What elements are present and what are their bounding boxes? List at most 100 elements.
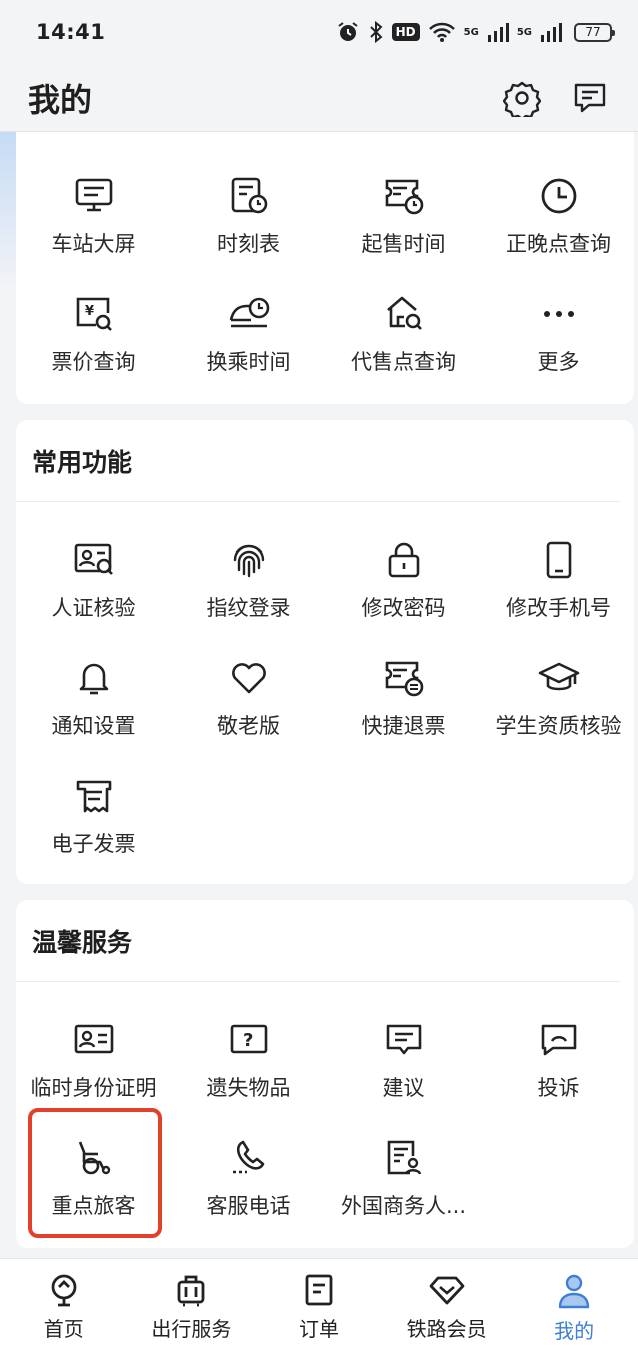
signal-label-1: 5G xyxy=(463,26,479,38)
section-title: 常用功能 xyxy=(16,420,620,502)
alarm-icon xyxy=(338,22,358,41)
status-time: 14:41 xyxy=(36,20,106,44)
grid-item-customer-service[interactable]: 客服电话 xyxy=(171,1136,326,1246)
heart-icon xyxy=(231,663,266,694)
lost-item-icon: ? xyxy=(230,1024,267,1054)
nav-item-orders[interactable]: 订单 xyxy=(255,1259,383,1352)
signal-icon-2 xyxy=(541,23,562,42)
transfer-icon xyxy=(229,297,269,328)
grid-item-change-phone[interactable]: 修改手机号 xyxy=(481,538,636,648)
refund-ticket-icon xyxy=(385,661,423,697)
section-title: 温馨服务 xyxy=(16,900,620,982)
grid-item-fingerprint-login[interactable]: 指纹登录 xyxy=(171,538,326,648)
grid-item-label: 遗失物品 xyxy=(206,1076,291,1100)
grid-item-station-screen[interactable]: 车站大屏 xyxy=(16,174,171,284)
common-functions-card: 常用功能 人证核验 指纹登录 修改密码 修改手机号 通知设置 敬老版 快捷退票 … xyxy=(16,420,634,884)
grid-item-price-query[interactable]: ¥ 票价查询 xyxy=(16,292,171,402)
order-icon xyxy=(305,1274,333,1306)
signal-icon xyxy=(487,23,509,42)
grid-item-id-verify[interactable]: 人证核验 xyxy=(16,538,171,648)
grid-item-label: 换乘时间 xyxy=(206,350,291,374)
fingerprint-icon xyxy=(233,544,264,578)
nav-item-railway-member[interactable]: 铁路会员 xyxy=(383,1259,511,1352)
grid-item-change-password[interactable]: 修改密码 xyxy=(326,538,481,648)
grid-item-elderly-mode[interactable]: 敬老版 xyxy=(171,656,326,766)
message-icon xyxy=(574,83,606,112)
price-search-icon: ¥ xyxy=(76,297,112,331)
grid-item-transfer-time[interactable]: 换乘时间 xyxy=(171,292,326,402)
grid-item-label: 投诉 xyxy=(537,1076,580,1100)
phone-icon xyxy=(546,541,571,579)
nav-label: 订单 xyxy=(298,1317,339,1341)
grid-item-complaint[interactable]: 投诉 xyxy=(481,1018,636,1128)
home-train-icon xyxy=(51,1274,77,1307)
graduation-cap-icon xyxy=(538,662,579,691)
grid-item-label: 起售时间 xyxy=(361,232,446,256)
nav-label: 出行服务 xyxy=(151,1317,232,1341)
nav-label: 首页 xyxy=(43,1317,84,1341)
svg-text:?: ? xyxy=(243,1030,253,1051)
id-verify-icon xyxy=(74,543,113,575)
message-button[interactable] xyxy=(570,78,610,118)
foreign-business-icon xyxy=(387,1140,421,1175)
bell-icon xyxy=(79,663,108,695)
grid-item-label: 修改密码 xyxy=(361,596,446,620)
grid-item-quick-refund[interactable]: 快捷退票 xyxy=(326,656,481,766)
status-icons: HD 5G 5G 77 xyxy=(336,20,615,44)
grid-item-label: 指纹登录 xyxy=(206,596,291,620)
suggestion-icon xyxy=(386,1024,421,1055)
grid-item-e-invoice[interactable]: 电子发票 xyxy=(16,774,171,884)
clock-icon xyxy=(541,178,576,214)
lock-icon xyxy=(388,542,419,578)
grid-item-more[interactable]: 更多 xyxy=(481,292,636,402)
grid-item-foreign-business[interactable]: 外国商务人... xyxy=(326,1136,481,1246)
grid-item-label: 电子发票 xyxy=(51,832,136,856)
background-glow-left xyxy=(0,132,16,292)
nav-item-mine[interactable]: 我的 xyxy=(510,1259,638,1352)
svg-text:¥: ¥ xyxy=(85,304,94,319)
bluetooth-icon xyxy=(369,20,383,44)
grid-item-label: 人证核验 xyxy=(51,596,136,620)
grid-item-label: 时刻表 xyxy=(217,232,280,256)
highlight-box xyxy=(28,1108,162,1238)
grid-item-label: 修改手机号 xyxy=(506,596,611,620)
settings-button[interactable] xyxy=(502,78,542,118)
grid-item-notification-settings[interactable]: 通知设置 xyxy=(16,656,171,766)
grid-item-label: 车站大屏 xyxy=(51,232,136,256)
grid-item-timetable[interactable]: 时刻表 xyxy=(171,174,326,284)
monitor-icon xyxy=(75,178,112,212)
header-actions xyxy=(502,78,610,118)
grid-item-label: 更多 xyxy=(537,350,580,374)
grid-item-agency-query[interactable]: 代售点查询 xyxy=(326,292,481,402)
grid-item-label: 学生资质核验 xyxy=(495,714,622,738)
nav-item-travel-service[interactable]: 出行服务 xyxy=(128,1259,256,1352)
grid-item-sale-time[interactable]: 起售时间 xyxy=(326,174,481,284)
nav-item-home[interactable]: 首页 xyxy=(0,1259,128,1352)
nav-label: 铁路会员 xyxy=(406,1317,487,1341)
grid-item-label: 敬老版 xyxy=(217,714,280,738)
grid-item-lost-items[interactable]: ? 遗失物品 xyxy=(171,1018,326,1128)
agency-search-icon xyxy=(386,296,422,330)
luggage-icon xyxy=(177,1275,205,1307)
signal-label-2: 5G xyxy=(516,26,532,38)
status-bar: 14:41 HD 5G 5G 77 xyxy=(0,0,638,64)
grid-item-label: 通知设置 xyxy=(51,714,136,738)
grid-item-label: 正晚点查询 xyxy=(506,232,611,256)
grid-item-label: 建议 xyxy=(382,1076,425,1100)
grid-item-label: 票价查询 xyxy=(51,350,136,374)
ticket-clock-icon xyxy=(385,179,423,215)
more-icon xyxy=(543,311,574,317)
grid-item-suggestion[interactable]: 建议 xyxy=(326,1018,481,1128)
hd-badge: HD xyxy=(391,23,420,41)
temp-id-icon xyxy=(74,1024,113,1054)
app-header: 我的 xyxy=(0,64,638,132)
grid-item-delay-query[interactable]: 正晚点查询 xyxy=(481,174,636,284)
gear-icon xyxy=(503,81,541,117)
invoice-icon xyxy=(76,780,111,813)
timetable-icon xyxy=(231,177,267,214)
grid-item-label: 临时身份证明 xyxy=(30,1076,157,1100)
nav-label: 我的 xyxy=(554,1319,595,1343)
grid-item-label: 快捷退票 xyxy=(361,714,446,738)
grid-item-student-verify[interactable]: 学生资质核验 xyxy=(481,656,636,766)
page-title: 我的 xyxy=(28,80,93,119)
